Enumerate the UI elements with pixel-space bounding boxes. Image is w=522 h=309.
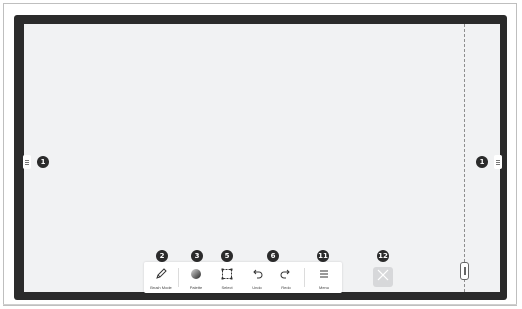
toolbar-separator: [304, 268, 305, 287]
redo-icon: [279, 267, 293, 281]
right-side-handle[interactable]: [494, 155, 502, 169]
brush-icon: [154, 267, 168, 281]
toolbar-separator: [178, 268, 179, 287]
callout-badge-menu: 11: [317, 250, 329, 262]
callout-badge-select: 5: [221, 250, 233, 262]
callout-badge-left-handle: 1: [37, 156, 49, 168]
callout-badge-undo-redo: 6: [267, 250, 279, 262]
palette-label: Palette: [189, 285, 203, 290]
undo-button[interactable]: Undo: [243, 262, 271, 293]
brush-mode-button[interactable]: Brush Mode: [147, 262, 175, 293]
menu-button[interactable]: Menu: [310, 262, 338, 293]
callout-badge-close: 12: [377, 250, 389, 262]
redo-button[interactable]: Redo: [272, 262, 300, 293]
select-label: Select: [221, 285, 233, 290]
callout-badge-brush: 2: [156, 250, 168, 262]
select-icon: [220, 267, 234, 281]
grip-icon: [496, 159, 500, 165]
undo-icon: [250, 267, 264, 281]
select-button[interactable]: Select: [213, 262, 241, 293]
bottom-toolbar: Brush Mode Palette Select Undo Redo Menu: [144, 262, 342, 293]
undo-label: Undo: [252, 285, 262, 290]
brush-mode-label: Brush Mode: [150, 285, 172, 290]
callout-badge-right-handle: 1: [476, 156, 488, 168]
menu-icon: [317, 267, 331, 281]
screen-split-divider: [464, 24, 465, 292]
callout-badge-palette: 3: [191, 250, 203, 262]
drag-grip-icon: [463, 267, 466, 275]
bottom-rule: [3, 304, 517, 305]
close-button[interactable]: [373, 267, 393, 287]
palette-icon: [189, 267, 203, 281]
menu-label: Menu: [318, 285, 329, 290]
palette-button[interactable]: Palette: [182, 262, 210, 293]
left-side-handle[interactable]: [23, 155, 31, 169]
close-icon: [376, 268, 390, 287]
split-drag-handle[interactable]: [460, 262, 469, 280]
redo-label: Redo: [281, 285, 291, 290]
grip-icon: [25, 159, 29, 165]
drawing-canvas[interactable]: [24, 24, 500, 292]
